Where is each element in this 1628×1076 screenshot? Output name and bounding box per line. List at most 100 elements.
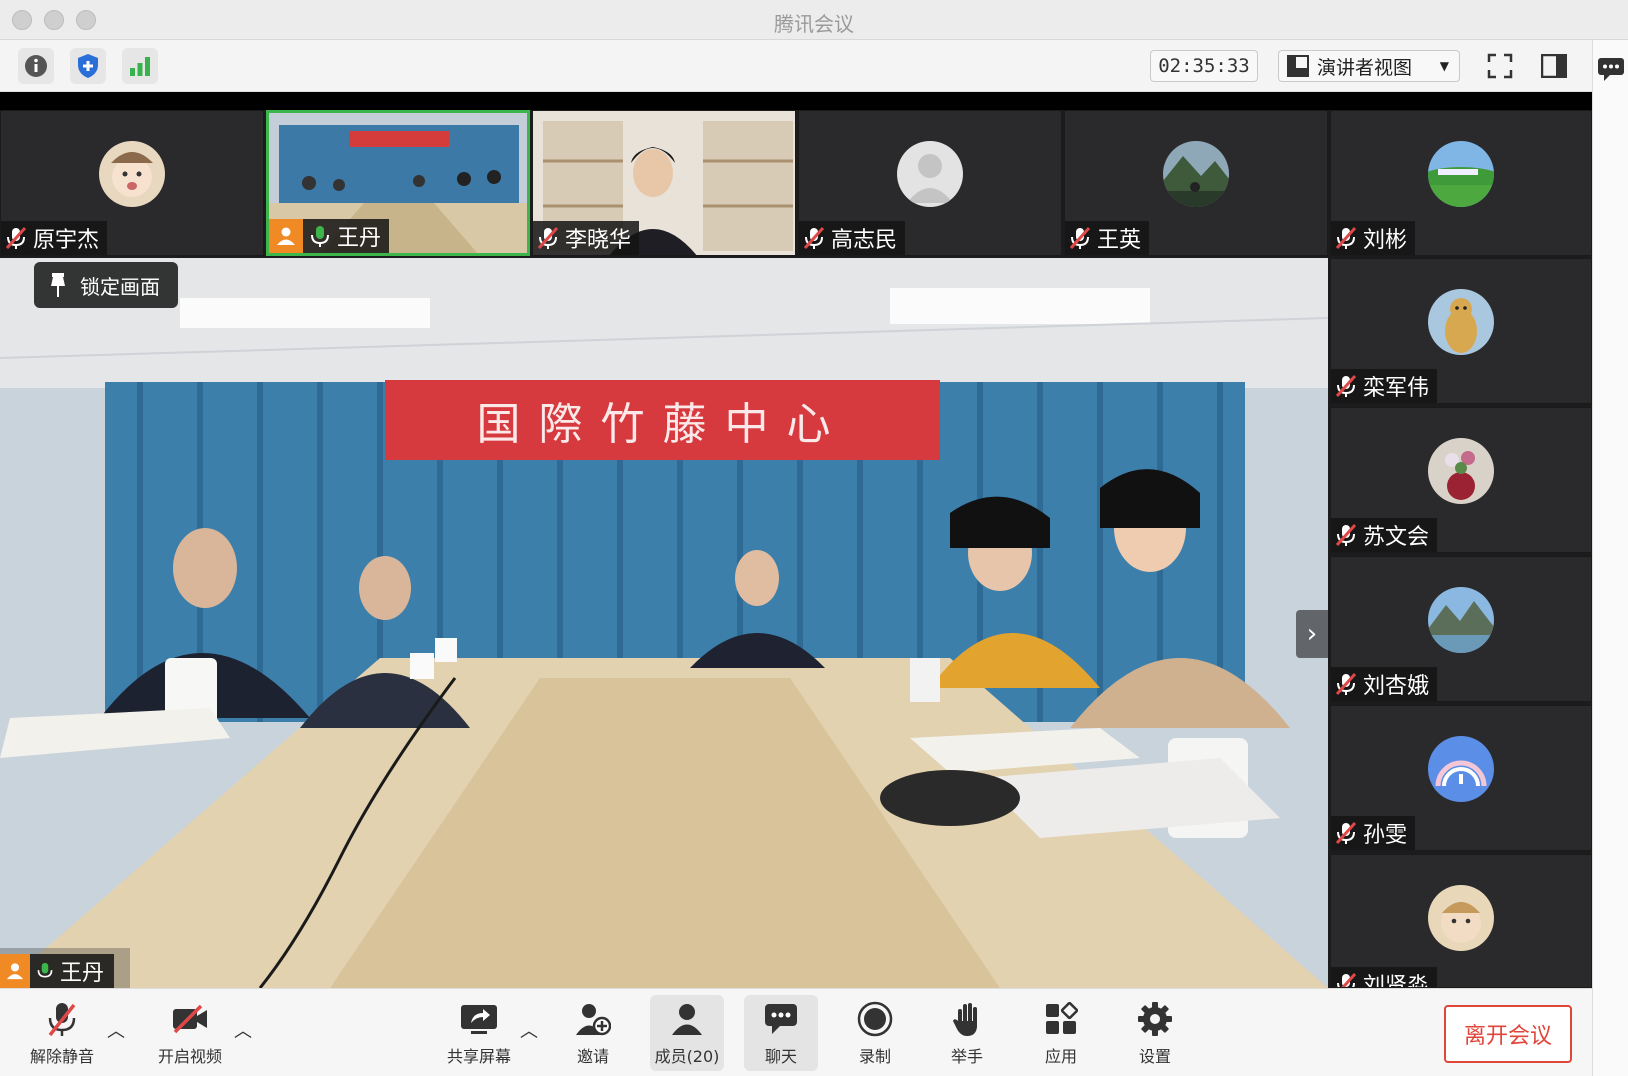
share-screen-icon [461, 1005, 497, 1034]
mic-muted-icon [5, 226, 27, 250]
leave-meeting-button[interactable]: 离开会议 [1444, 1005, 1572, 1063]
participant-name-tag: 李晓华 [533, 221, 640, 255]
camera-off-icon [173, 1004, 207, 1034]
participant-tile[interactable]: 苏文会 [1330, 407, 1592, 553]
apps-grid-icon [1046, 1002, 1078, 1034]
participant-tile[interactable]: 刘贤淼 [1330, 854, 1592, 988]
mic-muted-icon [48, 1003, 76, 1037]
unmute-button[interactable]: 解除静音 [24, 995, 100, 1071]
banner-text: 国際竹藤中心 [476, 399, 849, 450]
avatar [1428, 141, 1494, 207]
share-options-chevron-up-icon[interactable]: ︿ [520, 1017, 538, 1043]
avatar [1428, 289, 1494, 355]
signal-bars-icon [130, 57, 150, 76]
share-screen-button[interactable]: 共享屏幕 [440, 995, 518, 1071]
view-mode-label: 演讲者视图 [1317, 56, 1413, 79]
participant-name-tag: 苏文会 [1331, 518, 1438, 552]
participant-tile[interactable]: 刘彬 [1330, 110, 1592, 256]
record-label: 录制 [858, 1047, 891, 1066]
avatar [99, 141, 165, 207]
lock-view-button[interactable]: 锁定画面 [34, 262, 178, 308]
mic-muted-icon [1335, 226, 1357, 250]
speaker-view-icon [1287, 55, 1309, 77]
top-toolbar: 02:35:33 演讲者视图 ▼ [0, 40, 1628, 92]
right-edge-panel [1592, 40, 1628, 1076]
settings-button[interactable]: 设置 [1118, 995, 1192, 1071]
sidebar-toggle-button[interactable] [1536, 48, 1572, 84]
participant-tile-active[interactable]: 王丹 [266, 110, 530, 256]
lock-view-label: 锁定画面 [80, 274, 160, 299]
avatar [1428, 438, 1494, 504]
participant-name: 孙雯 [1363, 823, 1408, 848]
invite-button[interactable]: 邀请 [556, 995, 630, 1071]
avatar [1428, 587, 1494, 653]
chat-icon [765, 1004, 797, 1034]
chevron-down-icon: ▼ [1439, 59, 1449, 73]
bottom-toolbar: 解除静音 ︿ 开启视频 ︿ 共享屏幕 ︿ 邀请 成员(20) 聊天 录制 举手 … [0, 988, 1592, 1076]
participant-tile[interactable]: 栾军伟 [1330, 258, 1592, 404]
audio-options-chevron-up-icon[interactable]: ︿ [107, 1017, 125, 1043]
add-user-icon [576, 1004, 611, 1036]
participant-name-tag: 王丹 [269, 219, 390, 253]
members-button[interactable]: 成员(20) [650, 995, 724, 1071]
video-options-chevron-up-icon[interactable]: ︿ [234, 1017, 252, 1043]
participant-name-tag: 刘彬 [1331, 221, 1416, 255]
main-speaker-video[interactable]: 国際竹藤中心 王丹 [0, 258, 1328, 988]
fullscreen-button[interactable] [1482, 48, 1518, 84]
meeting-timer: 02:35:33 [1150, 50, 1258, 82]
participant-name: 李晓华 [565, 228, 632, 253]
participant-name: 王英 [1097, 228, 1142, 253]
chevron-right-icon: › [1306, 619, 1318, 649]
settings-label: 设置 [1138, 1047, 1171, 1066]
participant-name: 高志民 [831, 228, 898, 253]
record-button[interactable]: 录制 [838, 995, 912, 1071]
chat-label: 聊天 [764, 1047, 797, 1066]
host-badge-icon [0, 954, 30, 988]
window-title: 腾讯会议 [774, 12, 854, 36]
invite-label: 邀请 [576, 1047, 609, 1066]
title-bar: 腾讯会议 [0, 0, 1628, 40]
participant-name-tag: 孙雯 [1331, 816, 1416, 850]
avatar [1428, 885, 1494, 951]
mic-muted-icon [1335, 672, 1357, 696]
network-status-button[interactable] [122, 48, 158, 84]
meeting-info-button[interactable] [18, 48, 54, 84]
apps-button[interactable]: 应用 [1024, 995, 1098, 1071]
share-screen-label: 共享屏幕 [446, 1047, 511, 1066]
participant-tile[interactable]: 王英 [1064, 110, 1328, 256]
video-top-divider [0, 92, 1592, 110]
security-button[interactable] [70, 48, 106, 84]
participant-tile[interactable]: 高志民 [798, 110, 1062, 256]
start-video-button[interactable]: 开启视频 [152, 995, 228, 1071]
mic-on-icon [311, 226, 329, 247]
participant-name-tag: 王英 [1065, 221, 1150, 255]
host-badge-icon [269, 219, 303, 253]
meeting-window: 腾讯会议 02:35:33 演讲者视图 ▼ 原宇杰 王丹 李晓华 高志民 王英 … [0, 0, 1628, 1076]
chat-button[interactable]: 聊天 [744, 995, 818, 1071]
start-video-label: 开启视频 [157, 1047, 222, 1066]
unmute-label: 解除静音 [29, 1047, 94, 1066]
participant-name-tag: 刘贤淼 [1331, 967, 1438, 987]
chat-bubble-icon[interactable] [1596, 56, 1626, 82]
default-avatar-icon [897, 141, 963, 207]
participant-name: 苏文会 [1363, 525, 1430, 550]
fullscreen-icon [1487, 53, 1513, 79]
participant-tile[interactable]: 李晓华 [532, 110, 796, 256]
participant-name-tag: 刘杏娥 [1331, 667, 1438, 701]
raise-hand-button[interactable]: 举手 [930, 995, 1004, 1071]
view-mode-dropdown[interactable]: 演讲者视图 ▼ [1278, 50, 1460, 82]
mic-muted-icon [1335, 374, 1357, 398]
next-page-button[interactable]: › [1296, 610, 1328, 658]
panel-toggle-icon [1541, 54, 1567, 78]
participant-tile[interactable]: 刘杏娥 [1330, 556, 1592, 702]
members-icon [672, 1004, 702, 1035]
participant-tile[interactable]: 孙雯 [1330, 705, 1592, 851]
participant-tile[interactable]: 原宇杰 [0, 110, 264, 256]
pin-icon [51, 273, 65, 297]
shield-icon [78, 54, 98, 78]
mic-muted-icon [1069, 226, 1091, 250]
mic-muted-icon [1335, 523, 1357, 547]
hand-icon [953, 1003, 977, 1036]
participant-name: 刘杏娥 [1363, 674, 1430, 699]
avatar [1428, 736, 1494, 802]
